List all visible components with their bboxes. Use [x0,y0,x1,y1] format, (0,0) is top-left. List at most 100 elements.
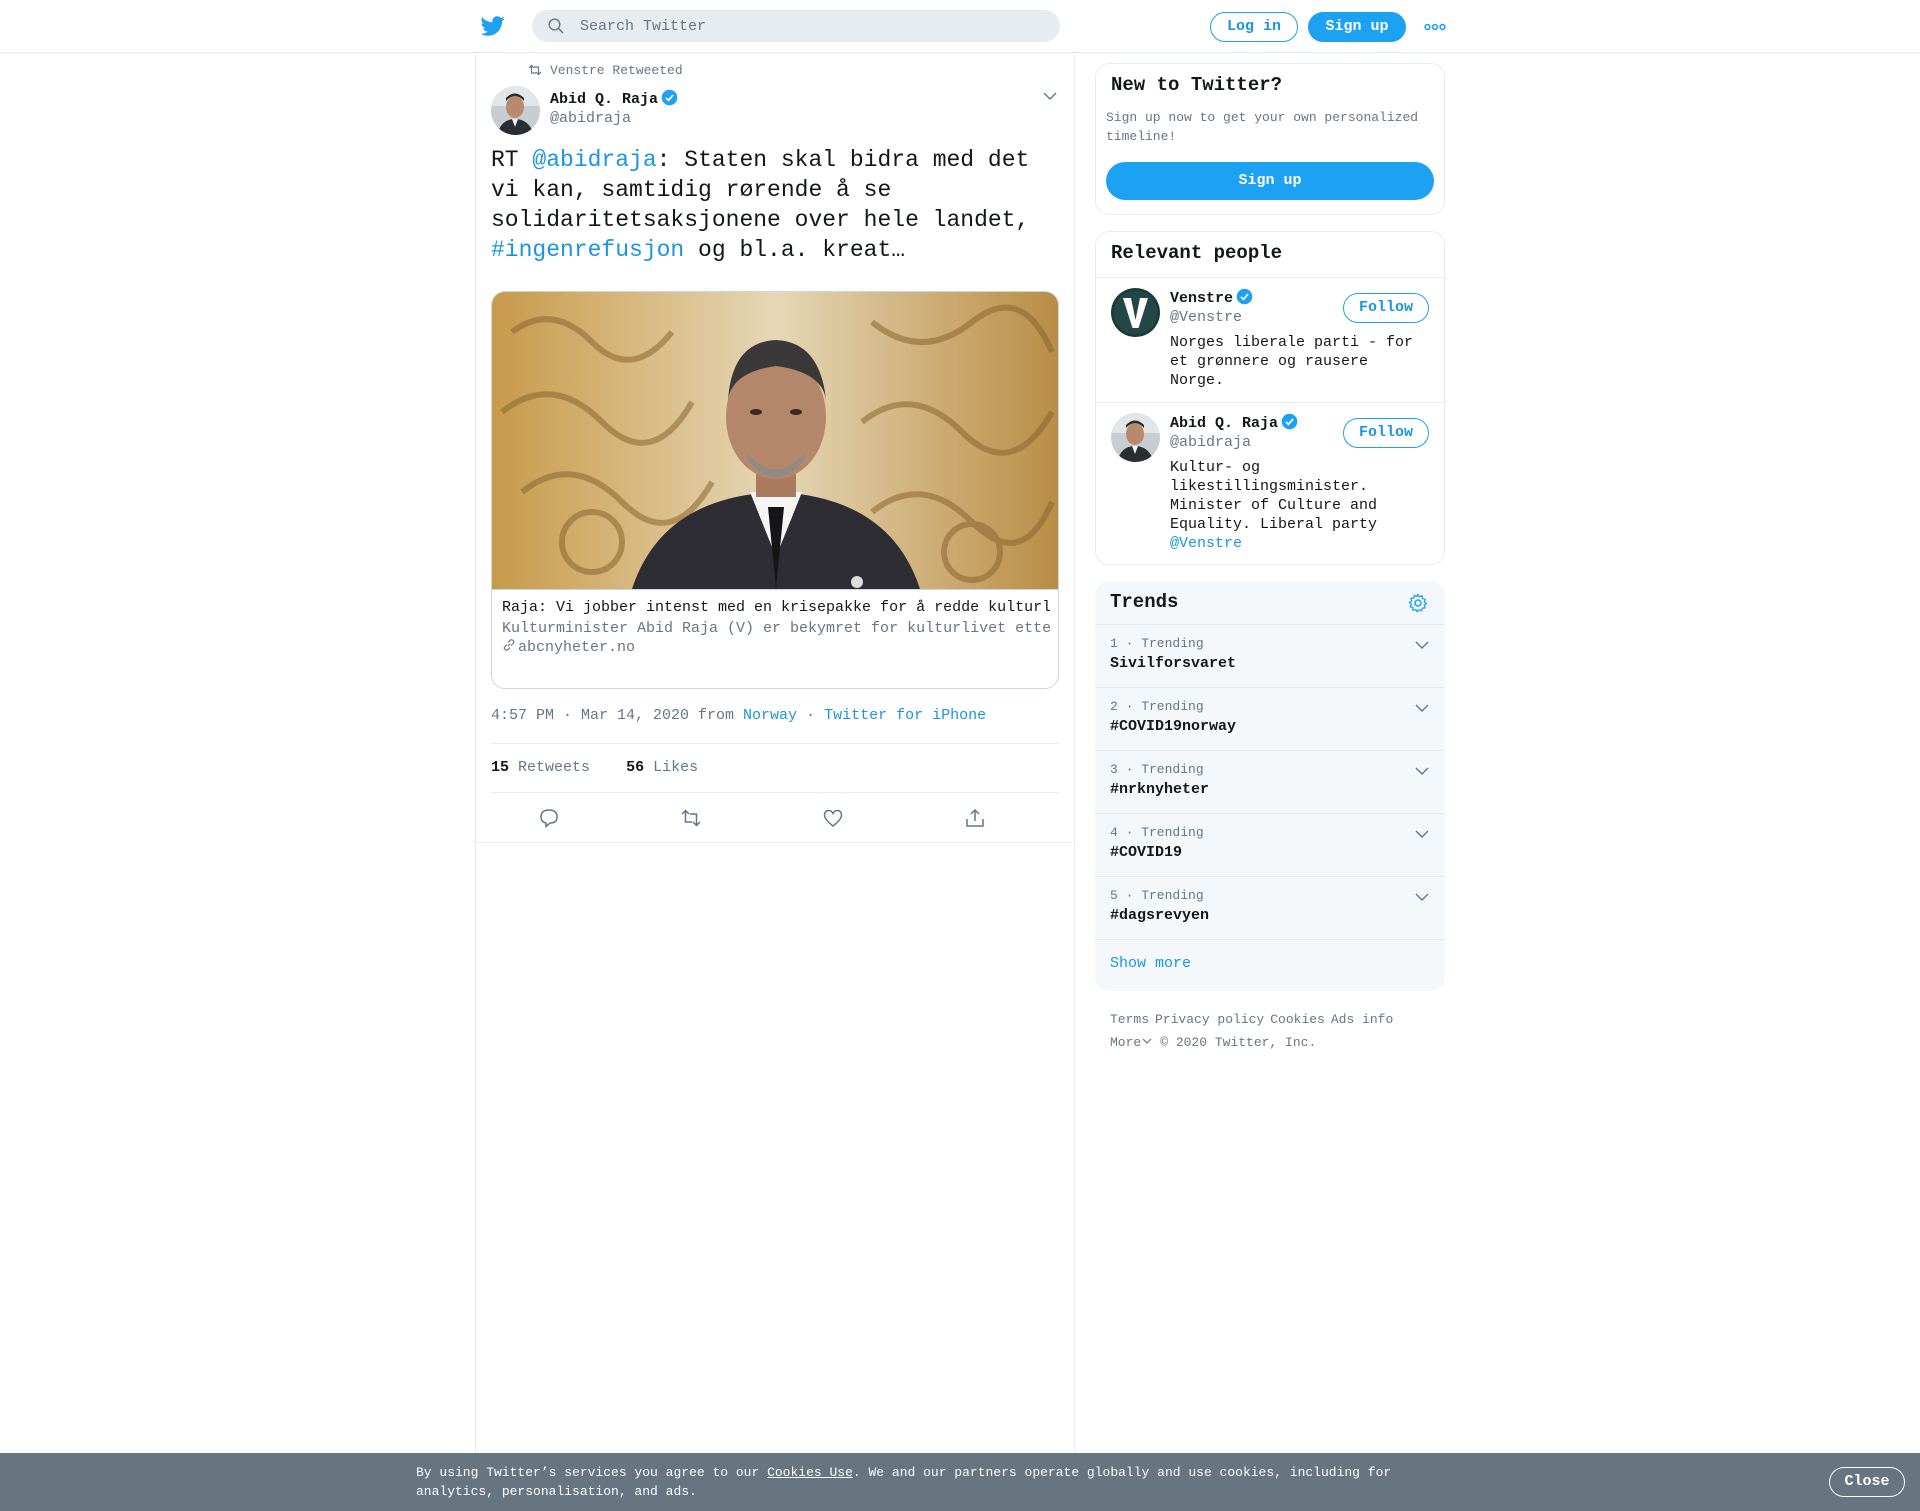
tweet-divider [476,842,1074,843]
close-cookie-banner-button[interactable]: Close [1829,1467,1905,1497]
new-to-twitter-title: New to Twitter? [1111,74,1283,96]
verified-badge-icon [661,89,678,106]
tweet-text-prefix: RT [491,147,533,173]
person-card-abidraja[interactable]: Abid Q. Raja @abidraja Kultur- og likest… [1096,403,1444,563]
trend-name[interactable]: #nrknyheter [1110,781,1209,798]
likes-label: Likes [653,759,699,776]
retweets-label: Retweets [518,759,591,776]
person-card-venstre[interactable]: Venstre @Venstre Norges liberale parti -… [1096,278,1444,402]
reply-icon[interactable] [538,807,560,829]
footer-terms-link[interactable]: Terms [1110,1012,1149,1027]
trend-item[interactable]: 5 · Trending #dagsrevyen [1095,876,1445,939]
trend-item[interactable]: 2 · Trending #COVID19norway [1095,687,1445,750]
tweet-metadata: 4:57 PM · Mar 14, 2020 from Norway · Twi… [491,707,986,724]
mention-link[interactable]: @abidraja [532,147,656,173]
retweeted-by-text: Venstre Retweeted [550,63,683,78]
footer-more-link[interactable]: More [1110,1035,1160,1050]
verified-badge-icon [1236,288,1253,305]
trend-meta: 4 · Trending [1110,825,1204,840]
tweet-column: Venstre Retweeted Abid Q. Raja @abidraja… [475,53,1075,1458]
login-button[interactable]: Log in [1210,12,1298,42]
sidebar-signup-button[interactable]: Sign up [1106,162,1434,200]
footer-privacy-link[interactable]: Privacy policy [1155,1012,1264,1027]
retweeted-by-line[interactable]: Venstre Retweeted [528,63,683,78]
card-description-text: Kulturminister Abid Raja (V) er bekymret… [502,620,1050,637]
card-title: Raja: Vi jobber intenst med en krisepakk… [502,599,1050,616]
relevant-people-panel: Relevant people Venstre @Venstre Norges … [1095,231,1445,565]
verified-badge-icon [1281,413,1298,430]
card-description: Kulturminister Abid Raja (V) er bekymret… [502,619,1050,638]
tweet-timestamp: 4:57 PM · Mar 14, 2020 from [491,707,744,724]
new-to-twitter-panel: New to Twitter? Sign up now to get your … [1095,63,1445,215]
search-icon [548,18,564,34]
trends-title: Trends [1110,591,1179,613]
trend-item[interactable]: 3 · Trending #nrknyheter [1095,750,1445,813]
footer-ads-link[interactable]: Ads info [1331,1012,1393,1027]
retweet-icon [528,64,542,76]
chevron-down-icon[interactable] [1043,91,1057,101]
person-bio: Kultur- og likestillingsminister. Minist… [1170,458,1430,553]
sidebar-footer: Terms Privacy policy Cookies Ads info More ©… [1110,1008,1440,1054]
link-preview-card[interactable]: Raja: Vi jobber intenst med en krisepakk… [491,291,1059,689]
author-name[interactable]: Abid Q. Raja [550,89,678,108]
gear-icon[interactable] [1408,593,1428,613]
chevron-down-icon [1142,1038,1152,1044]
footer-more-label: More [1110,1035,1142,1050]
footer-copyright: © 2020 Twitter, Inc. [1160,1035,1317,1050]
retweets-stat[interactable]: 15 Retweets [491,759,590,776]
trend-name[interactable]: #COVID19 [1110,844,1182,861]
tweet-text-suffix: og bl.a. kreat… [684,237,906,263]
follow-button[interactable]: Follow [1343,418,1429,448]
retweets-count: 15 [491,759,510,776]
twitter-bird-icon[interactable] [480,14,506,38]
trend-name[interactable]: #dagsrevyen [1110,907,1209,924]
show-more-trends[interactable]: Show more [1095,939,1445,991]
chevron-down-icon[interactable] [1415,703,1429,713]
author-name-text: Abid Q. Raja [550,91,659,108]
trend-item[interactable]: 1 · Trending Sivilforsvaret [1095,624,1445,687]
location-link[interactable]: Norway [743,707,797,724]
cookie-banner-text: By using Twitter’s services you agree to… [416,1463,1416,1501]
trend-name[interactable]: Sivilforsvaret [1110,655,1236,672]
cookies-use-link[interactable]: Cookies Use [767,1465,853,1480]
search-box[interactable] [532,10,1060,42]
like-icon[interactable] [822,807,844,829]
chevron-down-icon[interactable] [1415,892,1429,902]
tweet-text: RT @abidraja: Staten skal bidra med det … [491,145,1061,265]
trend-meta: 3 · Trending [1110,762,1204,777]
author-avatar[interactable] [491,86,540,135]
person-name[interactable]: Venstre [1170,288,1253,307]
follow-button[interactable]: Follow [1343,293,1429,323]
new-to-twitter-text: Sign up now to get your own personalized… [1106,110,1419,144]
cookie-banner: By using Twitter’s services you agree to… [0,1453,1920,1511]
more-dots-icon[interactable] [1424,20,1446,34]
person-avatar[interactable] [1111,288,1160,337]
person-name[interactable]: Abid Q. Raja [1170,413,1298,432]
author-handle[interactable]: @abidraja [550,110,631,127]
retweet-icon[interactable] [680,807,702,829]
person-handle[interactable]: @Venstre [1170,309,1242,326]
card-domain-text: abcnyheter.no [518,639,636,656]
chevron-down-icon[interactable] [1415,829,1429,839]
person-bio-text: Kultur- og likestillingsminister. Minist… [1170,459,1378,533]
footer-cookies-link[interactable]: Cookies [1270,1012,1325,1027]
top-navigation-bar: Log in Sign up [0,0,1920,53]
chevron-down-icon[interactable] [1415,766,1429,776]
search-input[interactable] [580,10,1040,42]
tweet-actions [491,793,1059,843]
chevron-down-icon[interactable] [1415,640,1429,650]
cookie-text-before: By using Twitter’s services you agree to… [416,1465,768,1480]
person-handle[interactable]: @abidraja [1170,434,1251,451]
trend-name[interactable]: #COVID19norway [1110,718,1236,735]
share-icon[interactable] [964,807,986,829]
meta-separator: · [797,707,825,724]
card-image [492,292,1058,589]
source-link[interactable]: Twitter for iPhone [824,707,986,724]
likes-stat[interactable]: 56 Likes [626,759,698,776]
show-more-label: Show more [1110,955,1192,972]
signup-button[interactable]: Sign up [1308,12,1406,42]
trend-item[interactable]: 4 · Trending #COVID19 [1095,813,1445,876]
bio-mention-link[interactable]: @Venstre [1170,535,1242,552]
hashtag-link[interactable]: #ingenrefusjon [491,237,684,263]
person-avatar[interactable] [1111,413,1160,462]
